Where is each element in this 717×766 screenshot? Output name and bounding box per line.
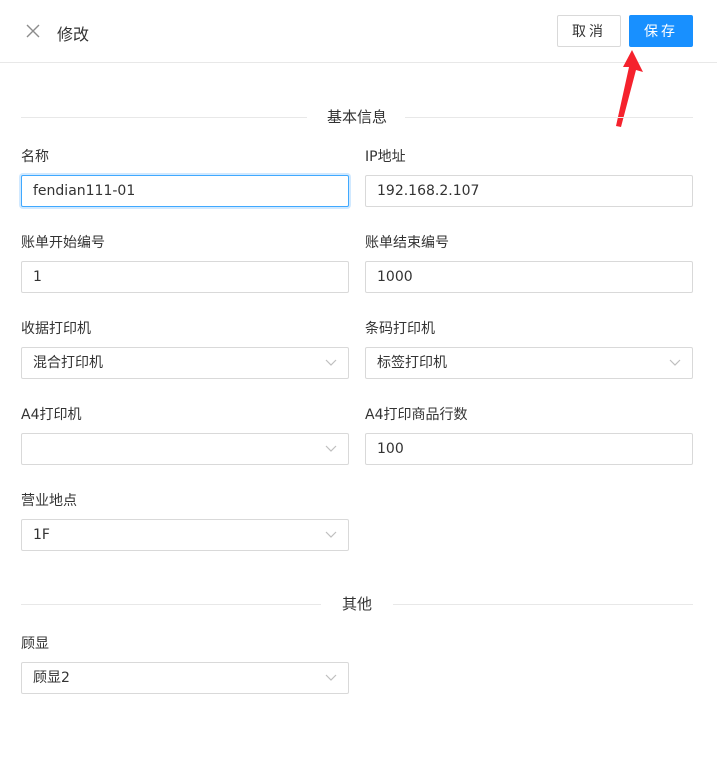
ip-label: IP地址 <box>365 149 406 165</box>
bill-start-label: 账单开始编号 <box>21 235 105 251</box>
receipt-printer-value: 混合打印机 <box>33 355 103 371</box>
a4-printer-label: A4打印机 <box>21 407 82 423</box>
location-value: 1F <box>33 527 50 543</box>
name-input[interactable] <box>21 175 349 207</box>
receipt-printer-label: 收据打印机 <box>21 321 91 337</box>
location-select[interactable]: 1F <box>21 519 349 551</box>
customer-display-select[interactable]: 顾显2 <box>21 662 349 694</box>
chevron-down-icon <box>325 531 337 538</box>
section-divider-basic: 基本信息 <box>21 107 693 127</box>
customer-display-value: 顾显2 <box>33 670 70 686</box>
customer-display-label: 顾显 <box>21 636 49 652</box>
a4-rows-input[interactable] <box>365 433 693 465</box>
page-title: 修改 <box>57 25 90 44</box>
barcode-printer-select[interactable]: 标签打印机 <box>365 347 693 379</box>
cancel-button[interactable]: 取消 <box>557 15 621 47</box>
a4-rows-label: A4打印商品行数 <box>365 407 468 423</box>
chevron-down-icon <box>325 359 337 366</box>
save-button[interactable]: 保存 <box>629 15 693 47</box>
bill-start-input[interactable] <box>21 261 349 293</box>
location-label: 营业地点 <box>21 493 77 509</box>
ip-input[interactable] <box>365 175 693 207</box>
barcode-printer-value: 标签打印机 <box>377 355 447 371</box>
name-label: 名称 <box>21 149 49 165</box>
chevron-down-icon <box>325 674 337 681</box>
section-title-other: 其他 <box>325 595 388 613</box>
a4-printer-select[interactable] <box>21 433 349 465</box>
bill-end-label: 账单结束编号 <box>365 235 449 251</box>
chevron-down-icon <box>669 359 681 366</box>
bill-end-input[interactable] <box>365 261 693 293</box>
section-title-basic: 基本信息 <box>310 108 403 126</box>
receipt-printer-select[interactable]: 混合打印机 <box>21 347 349 379</box>
section-divider-other: 其他 <box>21 594 693 614</box>
close-icon[interactable] <box>24 22 42 40</box>
barcode-printer-label: 条码打印机 <box>365 321 435 337</box>
chevron-down-icon <box>325 445 337 452</box>
drawer-header: 修改 取消 保存 <box>0 0 717 63</box>
